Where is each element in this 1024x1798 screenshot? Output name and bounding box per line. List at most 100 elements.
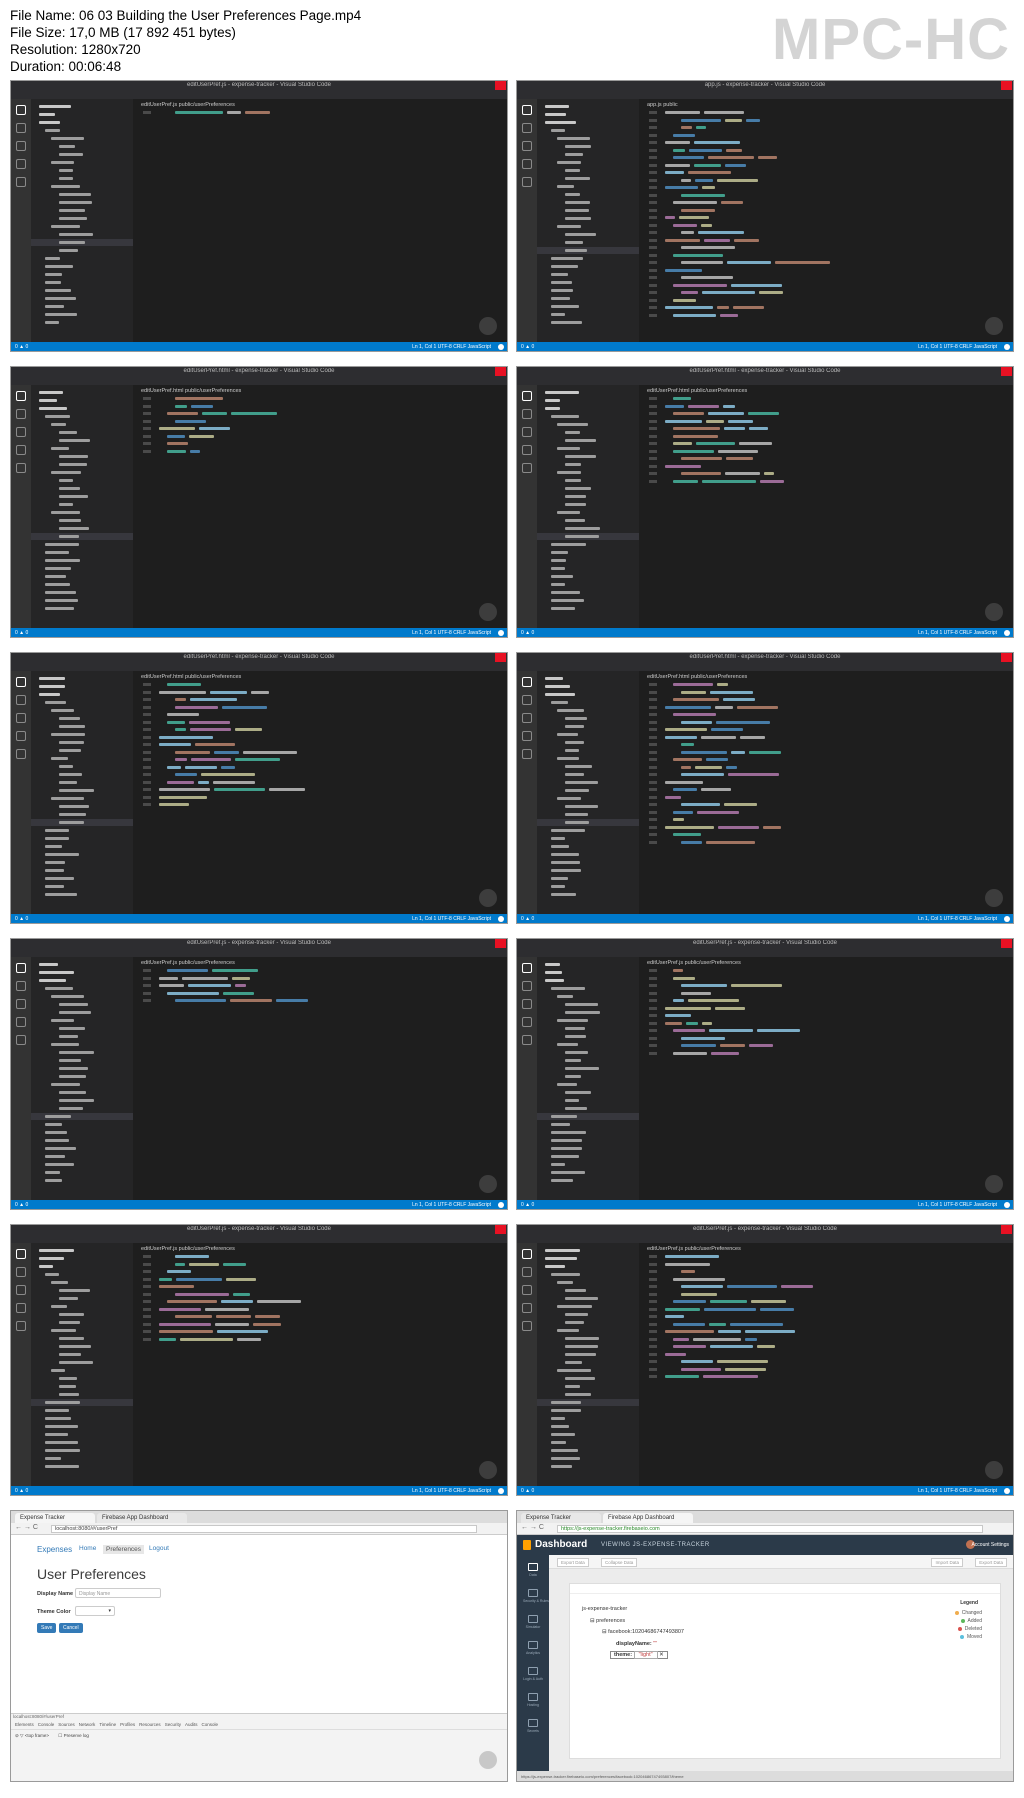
close-icon[interactable] [495, 367, 506, 376]
maximize-icon[interactable] [487, 941, 495, 947]
debug-icon[interactable] [522, 1017, 532, 1027]
editor-tab[interactable]: editUserPref.js public/userPreferences [141, 1246, 235, 1252]
editor-tab[interactable]: editUserPref.js public/userPreferences [647, 1246, 741, 1252]
status-info[interactable]: Ln 1, Col 1 UTF-8 CRLF JavaScript [412, 344, 491, 350]
explorer-row[interactable] [31, 143, 133, 150]
files-icon[interactable] [16, 105, 26, 115]
explorer-row[interactable] [31, 675, 133, 682]
explorer-row[interactable] [537, 271, 639, 278]
explorer-row[interactable] [31, 477, 133, 484]
explorer-row[interactable] [537, 469, 639, 476]
explorer-row[interactable] [537, 1447, 639, 1454]
explorer-row[interactable] [31, 691, 133, 698]
extensions-icon[interactable] [522, 749, 532, 759]
explorer-row[interactable] [537, 891, 639, 898]
smiley-icon[interactable] [498, 343, 504, 350]
explorer-row[interactable] [537, 993, 639, 1000]
explorer-row[interactable] [31, 557, 133, 564]
explorer-row[interactable] [537, 509, 639, 516]
explorer-row[interactable] [537, 477, 639, 484]
editor-tab[interactable]: editUserPref.js public/userPreferences [141, 960, 235, 966]
explorer-row[interactable] [537, 1025, 639, 1032]
minimize-icon[interactable] [983, 655, 991, 661]
explorer-row[interactable] [31, 581, 133, 588]
search-icon[interactable] [522, 981, 532, 991]
tree-leaf-displayname[interactable]: displayName: "" [616, 1641, 657, 1647]
minimize-icon[interactable] [477, 655, 485, 661]
maximize-icon[interactable] [487, 83, 495, 89]
explorer-row[interactable] [537, 1319, 639, 1326]
explorer-row[interactable] [537, 191, 639, 198]
explorer-row[interactable] [537, 549, 639, 556]
explorer-row[interactable] [31, 199, 133, 206]
minimize-icon[interactable] [477, 1227, 485, 1233]
explorer-row[interactable] [31, 1017, 133, 1024]
devtools-tab[interactable]: Resources [139, 1722, 161, 1727]
explorer-row[interactable] [31, 977, 133, 984]
explorer-row[interactable] [537, 859, 639, 866]
explorer-row[interactable] [31, 1271, 133, 1278]
explorer-row[interactable] [537, 311, 639, 318]
explorer-row[interactable] [31, 445, 133, 452]
explorer-row[interactable] [31, 875, 133, 882]
explorer-row[interactable] [537, 977, 639, 984]
explorer-row[interactable] [31, 461, 133, 468]
explorer-row[interactable] [31, 1089, 133, 1096]
firebase-nav-item[interactable]: Security & Rules [523, 1589, 549, 1603]
explorer-row[interactable] [537, 961, 639, 968]
explorer-row[interactable] [537, 1081, 639, 1088]
editor-tab[interactable]: editUserPref.html public/userPreferences [141, 674, 241, 680]
maximize-icon[interactable] [993, 655, 1001, 661]
files-icon[interactable] [522, 963, 532, 973]
explorer-row[interactable] [537, 1153, 639, 1160]
explorer-row[interactable] [537, 675, 639, 682]
nav-arrows-icon[interactable]: ← → C [521, 1524, 544, 1531]
extensions-icon[interactable] [16, 177, 26, 187]
explorer-row[interactable] [537, 779, 639, 786]
explorer-row[interactable] [31, 111, 133, 118]
explorer-row[interactable] [31, 223, 133, 230]
explorer-row[interactable] [31, 1145, 133, 1152]
explorer-row[interactable] [31, 1255, 133, 1262]
explorer-row[interactable] [31, 1335, 133, 1342]
explorer-row[interactable] [537, 1431, 639, 1438]
explorer-row[interactable] [537, 1073, 639, 1080]
explorer-row[interactable] [31, 891, 133, 898]
git-icon[interactable] [522, 999, 532, 1009]
explorer-row[interactable] [537, 771, 639, 778]
files-icon[interactable] [522, 677, 532, 687]
explorer-row[interactable] [537, 699, 639, 706]
explorer-row[interactable] [31, 397, 133, 404]
debug-icon[interactable] [522, 1303, 532, 1313]
explorer-row[interactable] [31, 103, 133, 110]
minimize-icon[interactable] [983, 369, 991, 375]
explorer-row[interactable] [537, 319, 639, 326]
debug-icon[interactable] [16, 1017, 26, 1027]
firebase-nav-item[interactable]: Hosting [523, 1693, 543, 1707]
close-icon[interactable] [1001, 81, 1012, 90]
status-info[interactable]: Ln 1, Col 1 UTF-8 CRLF JavaScript [918, 344, 997, 350]
explorer-row[interactable] [31, 1001, 133, 1008]
explorer-row[interactable] [31, 1415, 133, 1422]
smiley-icon[interactable] [1004, 1487, 1010, 1494]
search-icon[interactable] [16, 409, 26, 419]
explorer-row[interactable] [31, 239, 133, 246]
code-editor[interactable]: editUserPref.html public/userPreferences [133, 385, 507, 628]
devtools-filter[interactable]: ⊘ ▽ <top frame> ☐ Preserve log [15, 1733, 89, 1739]
extensions-icon[interactable] [16, 1035, 26, 1045]
explorer-row[interactable] [537, 835, 639, 842]
explorer-row[interactable] [537, 453, 639, 460]
explorer-row[interactable] [537, 1295, 639, 1302]
explorer-row[interactable] [31, 1105, 133, 1112]
explorer-row[interactable] [31, 1279, 133, 1286]
explorer-row[interactable] [31, 811, 133, 818]
git-icon[interactable] [522, 1285, 532, 1295]
explorer-row[interactable] [31, 287, 133, 294]
explorer-row[interactable] [537, 295, 639, 302]
explorer-row[interactable] [537, 151, 639, 158]
explorer-row[interactable] [31, 509, 133, 516]
explorer-row[interactable] [31, 827, 133, 834]
explorer-row[interactable] [31, 319, 133, 326]
devtools-tab[interactable]: Console [38, 1722, 55, 1727]
search-icon[interactable] [16, 695, 26, 705]
